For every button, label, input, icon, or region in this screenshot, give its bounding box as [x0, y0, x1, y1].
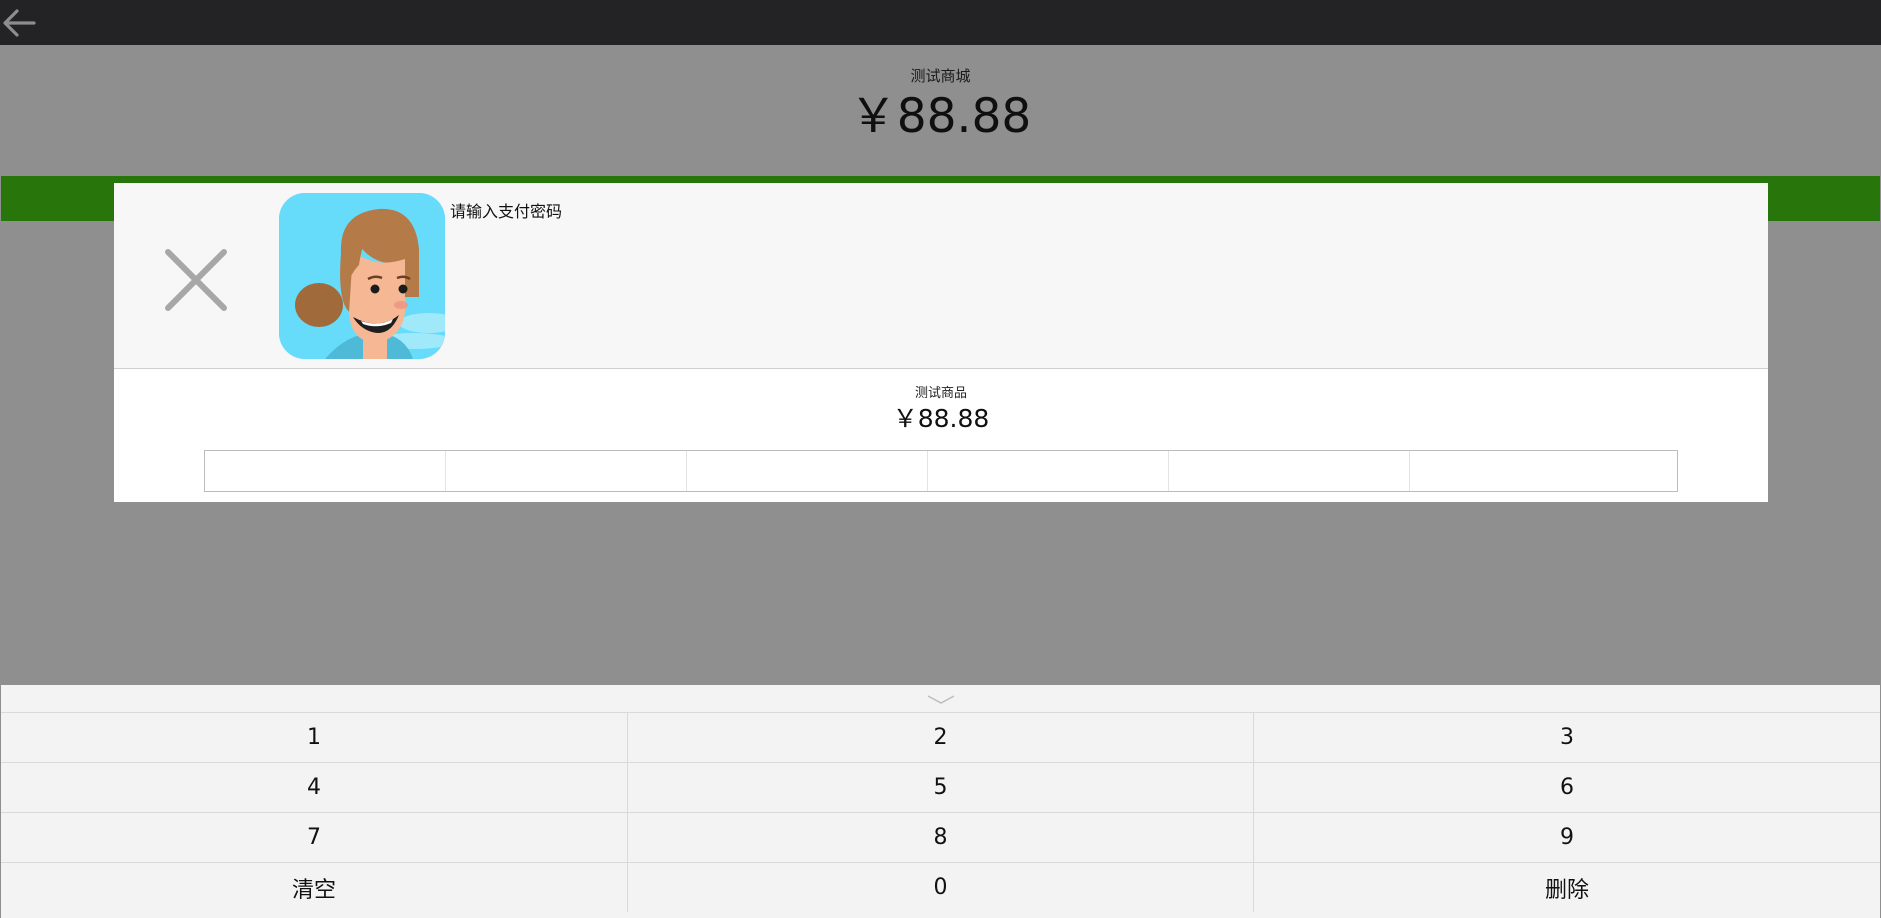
keypad-collapse-button[interactable] [1, 685, 1880, 712]
avatar-icon [279, 193, 445, 359]
back-button[interactable] [0, 4, 40, 42]
dialog-header: 请输入支付密码 [114, 183, 1768, 369]
payment-amount: ￥88.88 [849, 89, 1032, 144]
key-7[interactable]: 7 [1, 812, 628, 862]
password-dialog: 请输入支付密码 测试商品 ￥88.88 [114, 183, 1768, 502]
avatar [279, 193, 445, 359]
password-digit-3 [687, 451, 928, 491]
delete-key[interactable]: 删除 [1254, 862, 1880, 912]
product-amount: ￥88.88 [892, 404, 990, 433]
close-button[interactable] [124, 213, 254, 343]
key-6[interactable]: 6 [1254, 762, 1880, 812]
chevron-down-icon [927, 695, 955, 704]
password-input[interactable] [204, 450, 1678, 492]
key-9[interactable]: 9 [1254, 812, 1880, 862]
password-prompt: 请输入支付密码 [450, 202, 563, 221]
key-8[interactable]: 8 [628, 812, 1254, 862]
key-3[interactable]: 3 [1254, 712, 1880, 762]
payment-header: 测试商城 ￥88.88 [0, 45, 1881, 144]
key-5[interactable]: 5 [628, 762, 1254, 812]
close-icon [165, 249, 227, 311]
clear-key[interactable]: 清空 [1, 862, 628, 912]
password-digit-1 [205, 451, 446, 491]
password-digit-5 [1169, 451, 1410, 491]
arrow-left-icon [3, 9, 36, 37]
key-4[interactable]: 4 [1, 762, 628, 812]
password-digit-4 [928, 451, 1169, 491]
key-0[interactable]: 0 [628, 862, 1254, 912]
top-bar [0, 0, 1881, 45]
password-digit-6 [1410, 451, 1677, 491]
keypad-grid: 1 2 3 4 5 6 7 8 9 清空 0 删除 [1, 712, 1880, 912]
password-digit-2 [446, 451, 687, 491]
number-keypad: 1 2 3 4 5 6 7 8 9 清空 0 删除 [1, 685, 1880, 918]
key-1[interactable]: 1 [1, 712, 628, 762]
store-name: 测试商城 [910, 67, 971, 85]
key-2[interactable]: 2 [628, 712, 1254, 762]
